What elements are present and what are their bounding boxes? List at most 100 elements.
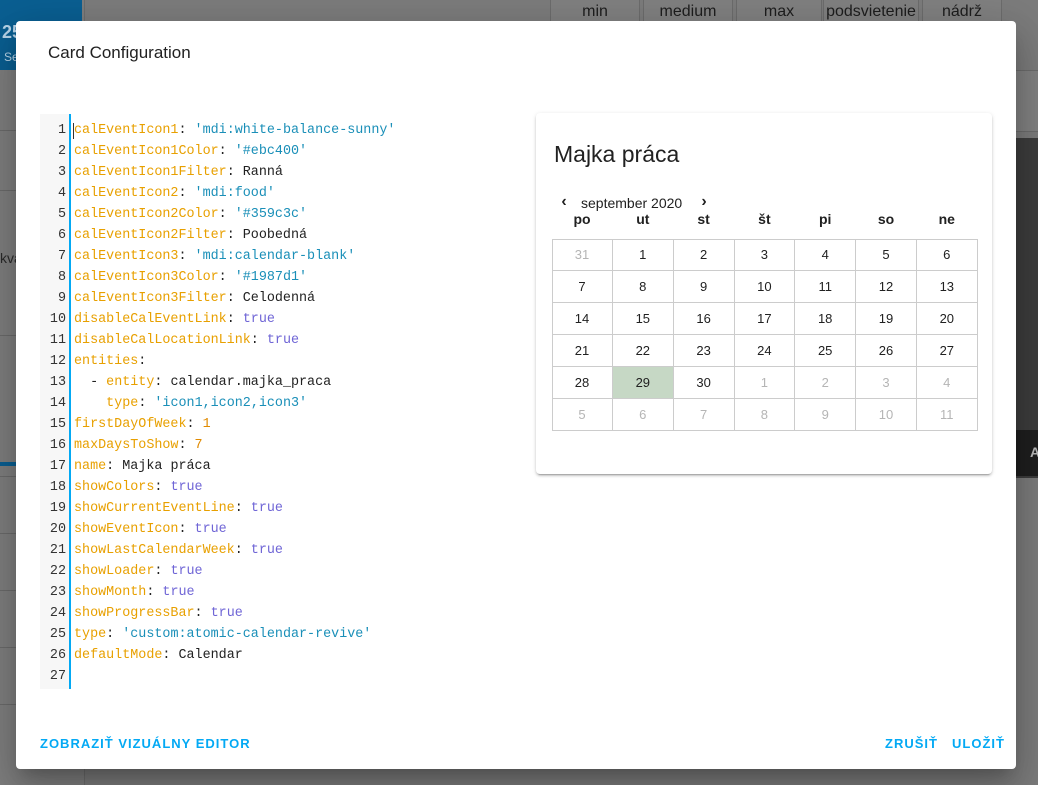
calendar-day[interactable]: 1 bbox=[612, 239, 674, 271]
calendar-day[interactable]: 12 bbox=[856, 271, 917, 303]
background-header: min medium max podsvietenie nádrž bbox=[90, 0, 1038, 22]
calendar-day[interactable]: 13 bbox=[916, 271, 978, 303]
calendar-day[interactable]: 2 bbox=[673, 239, 735, 271]
code-text: calEventIcon3Filter: Celodenná bbox=[74, 288, 315, 309]
calendar-day[interactable]: 11 bbox=[795, 271, 857, 303]
weekday-label: ne bbox=[938, 211, 955, 227]
calendar-day[interactable]: 18 bbox=[795, 303, 857, 335]
code-token: entities bbox=[74, 354, 139, 369]
code-token: calEventIcon3Filter bbox=[74, 291, 227, 306]
calendar-day[interactable]: 14 bbox=[552, 303, 613, 335]
weekday-label: pi bbox=[818, 211, 832, 227]
calendar-day[interactable]: 10 bbox=[856, 399, 917, 431]
code-token: : bbox=[154, 480, 171, 495]
code-token: calEventIcon2Filter bbox=[74, 228, 227, 243]
show-visual-editor-button[interactable]: ZOBRAZIŤ VIZUÁLNY EDITOR bbox=[40, 736, 251, 751]
code-text: calEventIcon1Color: '#ebc400' bbox=[74, 141, 307, 162]
code-text: calEventIcon3Color: '#1987d1' bbox=[74, 267, 307, 288]
calendar-day[interactable]: 26 bbox=[856, 335, 917, 367]
code-token: : bbox=[186, 417, 203, 432]
code-token: 1 bbox=[202, 417, 211, 432]
yaml-code-editor[interactable]: 1 calEventIcon1: 'mdi:white-balance-sunny… bbox=[40, 114, 512, 689]
line-number: 21 bbox=[49, 543, 66, 558]
code-line: 10 disableCalEventLink: true bbox=[40, 309, 512, 330]
calendar-day[interactable]: 4 bbox=[916, 367, 978, 399]
calendar-day[interactable]: 3 bbox=[856, 367, 917, 399]
calendar-day[interactable]: 3 bbox=[734, 239, 796, 271]
code-token: : bbox=[234, 501, 251, 516]
calendar-day[interactable]: 20 bbox=[916, 303, 978, 335]
calendar-day[interactable]: 17 bbox=[734, 303, 796, 335]
code-line: 21 showLastCalendarWeek: true bbox=[40, 540, 512, 561]
calendar-day[interactable]: 22 bbox=[612, 335, 674, 367]
code-token: calEventIcon2Color bbox=[74, 207, 219, 222]
code-line: 12 entities: bbox=[40, 351, 512, 372]
calendar-day[interactable]: 21 bbox=[552, 335, 613, 367]
code-token: showCurrentEventLine bbox=[74, 501, 235, 516]
calendar-day[interactable]: 29 bbox=[612, 367, 674, 399]
calendar-day[interactable]: 6 bbox=[916, 239, 978, 271]
code-text: name: Majka práca bbox=[74, 456, 211, 477]
calendar-day[interactable]: 24 bbox=[734, 335, 796, 367]
calendar-day[interactable]: 8 bbox=[612, 271, 674, 303]
code-text: showLoader: true bbox=[74, 561, 203, 582]
background-right-dark bbox=[1016, 138, 1038, 478]
code-token: 'icon1,icon2,icon3' bbox=[154, 396, 308, 411]
calendar-day[interactable]: 6 bbox=[612, 399, 674, 431]
calendar-day[interactable]: 7 bbox=[552, 271, 613, 303]
calendar-day[interactable]: 31 bbox=[552, 239, 613, 271]
line-number: 25 bbox=[49, 627, 66, 642]
code-token: showLoader bbox=[74, 564, 155, 579]
line-number: 19 bbox=[49, 501, 66, 516]
calendar-day[interactable]: 30 bbox=[673, 367, 735, 399]
code-token: 'mdi:white-balance-sunny' bbox=[194, 123, 396, 138]
calendar-day[interactable]: 25 bbox=[795, 335, 857, 367]
code-token: : bbox=[250, 333, 267, 348]
code-line: 1 calEventIcon1: 'mdi:white-balance-sunny… bbox=[40, 120, 512, 141]
code-token: : bbox=[194, 606, 211, 621]
code-token: calEventIcon1Color bbox=[74, 144, 219, 159]
code-token: calEventIcon3 bbox=[74, 249, 179, 264]
cancel-button[interactable]: ZRUŠIŤ bbox=[885, 736, 938, 751]
calendar-day[interactable]: 28 bbox=[552, 367, 613, 399]
code-line: 6 calEventIcon2Filter: Poobedná bbox=[40, 225, 512, 246]
calendar-day[interactable]: 9 bbox=[795, 399, 857, 431]
code-line: 18 showColors: true bbox=[40, 477, 512, 498]
code-text: showEventIcon: true bbox=[74, 519, 227, 540]
code-token: '#359c3c' bbox=[234, 207, 308, 222]
calendar-day[interactable]: 10 bbox=[734, 271, 796, 303]
code-token: : Celodenná bbox=[226, 291, 316, 306]
code-line: 20 showEventIcon: true bbox=[40, 519, 512, 540]
code-token: showMonth bbox=[74, 585, 147, 600]
calendar-day[interactable]: 23 bbox=[673, 335, 735, 367]
code-token: true bbox=[162, 585, 195, 600]
code-token: name bbox=[74, 459, 107, 474]
code-token: type bbox=[106, 396, 139, 411]
calendar-day[interactable]: 5 bbox=[552, 399, 613, 431]
weekday-label: št bbox=[758, 211, 771, 227]
calendar-day[interactable]: 7 bbox=[673, 399, 735, 431]
calendar-day[interactable]: 19 bbox=[856, 303, 917, 335]
calendar-day[interactable]: 4 bbox=[795, 239, 857, 271]
calendar-day[interactable]: 1 bbox=[734, 367, 796, 399]
line-number: 9 bbox=[57, 291, 66, 306]
calendar-day[interactable]: 11 bbox=[916, 399, 978, 431]
code-token: calEventIcon2 bbox=[74, 186, 179, 201]
code-line: 5 calEventIcon2Color: '#359c3c' bbox=[40, 204, 512, 225]
code-text: disableCalEventLink: true bbox=[74, 309, 275, 330]
calendar-day[interactable]: 2 bbox=[795, 367, 857, 399]
calendar-day[interactable]: 5 bbox=[856, 239, 917, 271]
calendar-day[interactable]: 9 bbox=[673, 271, 735, 303]
calendar-day[interactable]: 16 bbox=[673, 303, 735, 335]
code-token: : bbox=[146, 585, 163, 600]
code-line: 4 calEventIcon2: 'mdi:food' bbox=[40, 183, 512, 204]
calendar-day[interactable]: 15 bbox=[612, 303, 674, 335]
line-number: 12 bbox=[49, 354, 66, 369]
code-token: showProgressBar bbox=[74, 606, 195, 621]
calendar-day[interactable]: 8 bbox=[734, 399, 796, 431]
code-line: 9 calEventIcon3Filter: Celodenná bbox=[40, 288, 512, 309]
line-number: 6 bbox=[57, 228, 66, 243]
save-button[interactable]: ULOŽIŤ bbox=[952, 736, 1005, 751]
calendar-day[interactable]: 27 bbox=[916, 335, 978, 367]
